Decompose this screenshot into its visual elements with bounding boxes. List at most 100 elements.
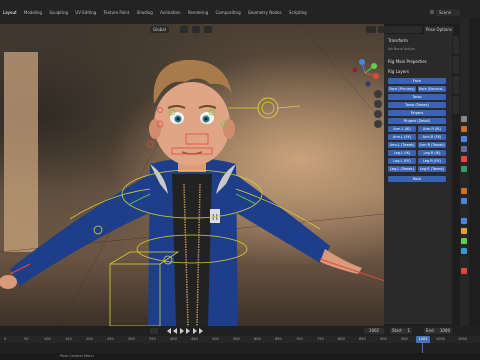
start-frame-field[interactable]: Start 1 (390, 328, 412, 334)
tab-modeling[interactable]: Modeling (21, 10, 45, 16)
tab-uv-editing[interactable]: UV Editing (72, 10, 99, 16)
layer-leg-r-fk-button[interactable]: Leg.R (FK) (418, 158, 446, 164)
layer-fingers-button[interactable]: Fingers (388, 110, 446, 116)
camera-view-icon[interactable] (374, 110, 382, 118)
tab-layout[interactable]: Layout (0, 10, 20, 16)
tab-tool[interactable] (453, 56, 459, 74)
render-properties-icon[interactable] (461, 126, 467, 132)
snapping-tools[interactable] (384, 26, 422, 33)
tab-view[interactable] (453, 76, 459, 94)
tick: 600 (254, 337, 261, 341)
current-frame-field[interactable]: 1002 (364, 328, 384, 334)
zoom-icon[interactable] (374, 90, 382, 98)
tab-animation-sidebar[interactable] (453, 96, 459, 114)
layer-fingers-detail-button[interactable]: Fingers (Detail) (388, 118, 446, 124)
navigation-gizmo[interactable] (350, 58, 380, 88)
modifier-properties-icon[interactable] (461, 198, 467, 204)
tick: 150 (65, 337, 72, 341)
scene-selector[interactable]: Scene (430, 9, 460, 16)
bone-properties-icon[interactable] (461, 248, 467, 254)
layer-leg-r-ik-button[interactable]: Leg.R (IK) (418, 150, 446, 156)
eye-target-control (228, 97, 301, 119)
object-properties-icon[interactable] (461, 188, 467, 194)
tick: 450 (191, 337, 198, 341)
tick: 1050 (458, 337, 467, 341)
tab-compositing[interactable]: Compositing (213, 10, 244, 16)
visibility-icon[interactable] (366, 26, 376, 33)
sidebar-tabs (452, 34, 460, 129)
tick: 250 (107, 337, 114, 341)
proportional-edit-icon[interactable] (204, 26, 212, 33)
tick: 0 (4, 337, 7, 341)
perspective-toggle-icon[interactable] (374, 120, 382, 128)
layer-face-button[interactable]: Face (388, 78, 446, 84)
layer-leg-r-tweak-button[interactable]: Leg.R (Tweak) (418, 166, 446, 172)
tick: 200 (86, 337, 93, 341)
status-text: Pose Context Menu (60, 354, 94, 358)
end-label: End (426, 328, 434, 333)
layer-face-secondary-button[interactable]: Face (Second... (418, 86, 446, 92)
layer-face-primary-button[interactable]: Face (Primary) (388, 86, 416, 92)
tick: 950 (401, 337, 408, 341)
properties-content-column[interactable] (469, 18, 480, 328)
view-layer-icon[interactable] (461, 146, 467, 152)
timeline-ruler[interactable]: 0 50 100 150 200 250 300 350 400 450 500… (0, 336, 480, 343)
tab-animation[interactable]: Animation (157, 10, 183, 16)
scene-properties-icon[interactable] (461, 156, 467, 162)
viewport-header: Global (0, 24, 384, 34)
layer-torso-tweak-button[interactable]: Torso (Tweak) (388, 102, 446, 108)
rig-main-properties-section[interactable]: Rig Main Properties (388, 59, 427, 64)
tab-rendering[interactable]: Rendering (185, 10, 211, 16)
layer-arm-r-tweak-button[interactable]: Arm.R (Tweak) (418, 142, 446, 148)
layer-torso-button[interactable]: Torso (388, 94, 446, 100)
viewport-nav-tools (374, 90, 384, 130)
tick: 850 (359, 337, 366, 341)
tab-shading[interactable]: Shading (134, 10, 156, 16)
material-properties-icon[interactable] (461, 268, 467, 274)
layer-leg-l-ik-button[interactable]: Leg.L (IK) (388, 150, 416, 156)
end-frame-field[interactable]: End 1000 (424, 328, 452, 334)
no-bone-active-text: No Bone Active (388, 47, 415, 51)
sidebar-panel: Transform No Bone Active Rig Main Proper… (384, 34, 452, 324)
tool-properties-icon[interactable] (461, 116, 467, 122)
tab-texture-paint[interactable]: Texture Paint (101, 10, 133, 16)
tick: 900 (380, 337, 387, 341)
transform-section[interactable]: Transform (388, 38, 408, 43)
tick: 550 (233, 337, 240, 341)
layer-arm-r-fk-button[interactable]: Arm.R (FK) (418, 134, 446, 140)
tick: 750 (317, 337, 324, 341)
layer-leg-l-tweak-button[interactable]: Leg.L (Tweak) (388, 166, 416, 172)
tick: 50 (24, 337, 29, 341)
tick: 400 (170, 337, 177, 341)
tick: 300 (128, 337, 135, 341)
layer-arm-l-ik-button[interactable]: Arm.L (IK) (388, 126, 416, 132)
pan-icon[interactable] (374, 100, 382, 108)
orientation-dropdown[interactable]: Global (150, 26, 169, 33)
tab-scripting[interactable]: Scripting (286, 10, 310, 16)
physics-properties-icon[interactable] (461, 218, 467, 224)
pose-options-dropdown[interactable]: Pose Options (424, 26, 454, 34)
constraint-properties-icon[interactable] (461, 228, 467, 234)
world-properties-icon[interactable] (461, 166, 467, 172)
layer-arm-l-fk-button[interactable]: Arm.L (FK) (388, 134, 416, 140)
playhead-line[interactable] (422, 343, 423, 353)
armature-data-icon[interactable] (461, 238, 467, 244)
layer-arm-l-tweak-button[interactable]: Arm.L (Tweak) (388, 142, 416, 148)
3d-viewport[interactable]: H Global (0, 24, 384, 326)
output-properties-icon[interactable] (461, 136, 467, 142)
character-render: H (0, 24, 384, 326)
layer-leg-l-fk-button[interactable]: Leg.L (FK) (388, 158, 416, 164)
tab-item[interactable] (453, 36, 459, 54)
layer-root-button[interactable]: Root (388, 176, 446, 182)
rig-layers-section[interactable]: Rig Layers (388, 69, 409, 74)
tick: 500 (212, 337, 219, 341)
layer-arm-r-ik-button[interactable]: Arm.R (IK) (418, 126, 446, 132)
playhead-frame-indicator[interactable]: 1002 (416, 336, 430, 343)
snap-icon[interactable] (192, 26, 200, 33)
record-icon[interactable] (150, 328, 158, 334)
tab-sculpting[interactable]: Sculpting (46, 10, 71, 16)
tab-geometry-nodes[interactable]: Geometry Nodes (245, 10, 285, 16)
tick: 1000 (436, 337, 445, 341)
tick: 800 (338, 337, 345, 341)
pivot-icon[interactable] (180, 26, 188, 33)
